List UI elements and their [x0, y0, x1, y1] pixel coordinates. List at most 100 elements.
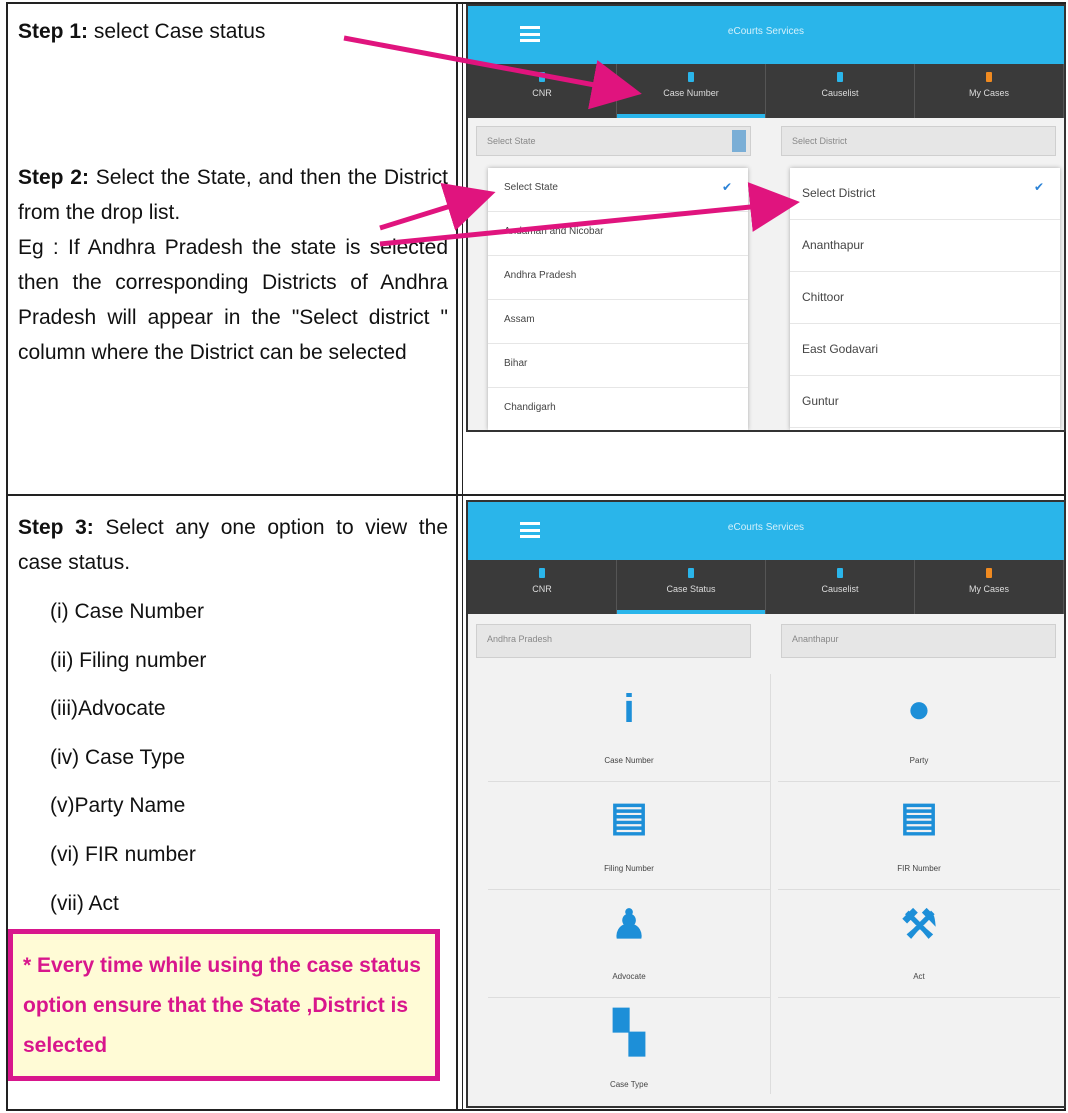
state-option[interactable]: Select State ✔	[488, 168, 748, 212]
option-label: FIR Number	[897, 864, 941, 873]
option-label: Select District	[802, 186, 876, 200]
state-option[interactable]: Andhra Pradesh	[488, 256, 748, 300]
app-header: eCourts Services	[468, 502, 1064, 560]
option-item: (iii)Advocate	[50, 697, 166, 721]
option-item: (i) Case Number	[50, 600, 205, 623]
option-item: (v)Party Name	[50, 794, 186, 818]
district-select-value: Ananthapur	[792, 634, 839, 644]
tab-my-cases[interactable]: My Cases	[915, 64, 1064, 118]
option-fir-number[interactable]: ▤ FIR Number	[778, 782, 1060, 890]
advocate-icon: ♟	[611, 903, 647, 947]
chevron-down-icon	[732, 130, 746, 152]
tab-label: CNR	[532, 584, 552, 594]
option-label: Case Type	[609, 1080, 649, 1089]
step-3-label: Step 3:	[18, 516, 94, 539]
tab-bar: CNR Case Number Causelist My Cases	[468, 64, 1064, 118]
state-option[interactable]: Chandigarh	[488, 388, 748, 430]
option-label: Case Number	[604, 756, 654, 765]
my-cases-icon	[986, 568, 992, 578]
option-label: Guntur	[802, 394, 839, 408]
check-icon: ✔	[1033, 180, 1044, 194]
step-1-body: select Case status	[88, 20, 266, 43]
option-label: Bihar	[504, 358, 528, 369]
option-item: (ii) Filing number	[50, 648, 207, 672]
option-party[interactable]: ● Party	[778, 674, 1060, 782]
tab-label: Case Number	[663, 88, 719, 98]
district-option[interactable]: Ananthapur	[790, 220, 1060, 272]
option-item: (vi) FIR number	[50, 842, 196, 866]
option-label: Filing Number	[604, 864, 654, 873]
column-divider	[456, 2, 458, 1111]
district-option[interactable]: East Godavari	[790, 324, 1060, 376]
check-icon: ✔	[721, 180, 732, 194]
step-1-label: Step 1:	[18, 20, 89, 43]
my-cases-icon	[986, 72, 992, 82]
tab-causelist[interactable]: Causelist	[766, 64, 915, 118]
option-item: (vii) Act	[50, 891, 119, 915]
state-option[interactable]: Bihar	[488, 344, 748, 388]
tab-label: My Cases	[968, 584, 1009, 594]
district-option[interactable]: Select District ✔	[790, 168, 1060, 220]
select-row: Select State Select District	[476, 126, 1056, 156]
option-case-number[interactable]: i Case Number	[488, 674, 770, 782]
tab-cnr[interactable]: CNR	[468, 560, 617, 614]
cnr-icon	[539, 568, 545, 578]
step-2-label: Step 2:	[18, 166, 89, 189]
step-3-options: (i) Case Number (ii) Filing number (iii)…	[50, 588, 206, 928]
case-number-icon	[688, 72, 694, 82]
state-dropdown: Select State ✔ Andaman and Nicobar Andhra…	[488, 168, 748, 430]
tab-case-status[interactable]: Case Status	[617, 560, 766, 614]
grid-divider	[770, 674, 771, 1094]
option-advocate[interactable]: ♟ Advocate	[488, 890, 770, 998]
gavel-icon: ⚒	[901, 903, 937, 947]
state-select-value: Select State	[487, 136, 536, 146]
tab-label: Causelist	[821, 584, 859, 594]
tab-my-cases[interactable]: My Cases	[915, 560, 1064, 614]
tab-bar: CNR Case Status Causelist My Cases	[468, 560, 1064, 614]
option-label: Select State	[504, 182, 558, 193]
select-row: Andhra Pradesh Ananthapur	[476, 624, 1056, 658]
option-label: Andhra Pradesh	[504, 270, 577, 281]
case-type-icon: ▚	[613, 1011, 645, 1055]
option-label: Assam	[504, 314, 535, 325]
option-act[interactable]: ⚒ Act	[778, 890, 1060, 998]
people-icon: ●	[906, 687, 932, 731]
option-label: Chittoor	[802, 290, 845, 304]
state-select[interactable]: Andhra Pradesh	[476, 624, 751, 658]
app-title: eCourts Services	[727, 26, 805, 37]
option-label: Andaman and Nicobar	[504, 226, 604, 237]
state-option[interactable]: Assam	[488, 300, 748, 344]
district-select[interactable]: Ananthapur	[781, 624, 1056, 658]
tab-label: CNR	[532, 88, 552, 98]
fir-document-icon: ▤	[900, 795, 938, 839]
step-1-text: Step 1: select Case status	[18, 14, 448, 49]
app-screenshot-case-status: eCourts Services CNR Case Status Causeli…	[466, 500, 1066, 1108]
step-2-example: Eg : If Andhra Pradesh the state is sele…	[18, 236, 448, 364]
option-label: Party	[909, 756, 929, 765]
info-icon: i	[623, 687, 635, 731]
tab-case-number[interactable]: Case Number	[617, 64, 766, 118]
state-select[interactable]: Select State	[476, 126, 751, 156]
tab-label: Case Status	[666, 584, 716, 594]
tab-label: Causelist	[821, 88, 859, 98]
column-divider-inner	[462, 2, 463, 1111]
app-title: eCourts Services	[727, 522, 805, 533]
state-option[interactable]: Andaman and Nicobar	[488, 212, 748, 256]
step-3-text: Step 3: Select any one option to view th…	[18, 510, 448, 580]
app-screenshot-state-district: eCourts Services CNR Case Number Causeli…	[466, 4, 1066, 432]
option-case-type[interactable]: ▚ Case Type	[488, 998, 770, 1106]
option-label: Chandigarh	[504, 402, 556, 413]
option-label: Act	[913, 972, 925, 981]
step-2-text: Step 2: Select the State, and then the D…	[18, 160, 448, 370]
tab-cnr[interactable]: CNR	[468, 64, 617, 118]
warning-note: * Every time while using the case status…	[8, 929, 440, 1081]
option-filing-number[interactable]: ▤ Filing Number	[488, 782, 770, 890]
tab-label: My Cases	[968, 88, 1009, 98]
district-option[interactable]: Chittoor	[790, 272, 1060, 324]
tab-causelist[interactable]: Causelist	[766, 560, 915, 614]
district-select[interactable]: Select District	[781, 126, 1056, 156]
app-header: eCourts Services	[468, 6, 1064, 64]
option-label: Advocate	[612, 972, 646, 981]
district-option[interactable]: Guntur	[790, 376, 1060, 428]
case-status-icon	[688, 568, 694, 578]
